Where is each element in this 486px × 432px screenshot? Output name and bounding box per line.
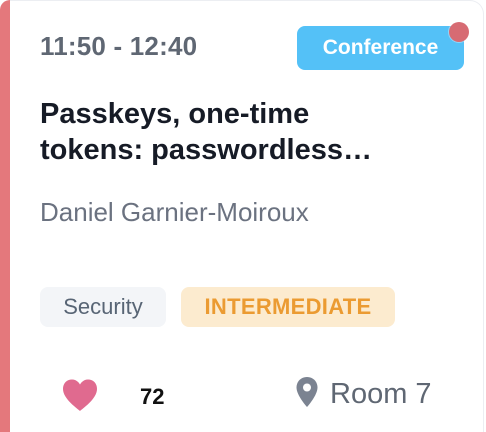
session-time: 11:50 - 12:40 bbox=[40, 31, 198, 61]
session-type-badge: Conference bbox=[297, 26, 464, 70]
status-dot bbox=[449, 22, 469, 42]
speaker-name[interactable]: Daniel Garnier-Moiroux bbox=[40, 197, 309, 228]
room-label: Room 7 bbox=[330, 378, 432, 410]
session-card[interactable]: 11:50 - 12:40 Conference Passkeys, one-t… bbox=[0, 0, 486, 432]
track-color-bar bbox=[0, 0, 10, 432]
session-title-line-2: tokens: passwordless… bbox=[40, 134, 372, 166]
heart-icon[interactable] bbox=[61, 378, 99, 412]
likes-count: 72 bbox=[140, 384, 165, 409]
track-tag: Security bbox=[40, 287, 166, 327]
level-tag: INTERMEDIATE bbox=[181, 287, 395, 327]
map-pin-icon bbox=[296, 377, 318, 407]
session-title-line-1: Passkeys, one-time bbox=[40, 98, 310, 130]
session-title[interactable]: Passkeys, one-time tokens: passwordless… bbox=[40, 96, 450, 168]
card-footer: 72 Room 7 bbox=[0, 370, 486, 422]
